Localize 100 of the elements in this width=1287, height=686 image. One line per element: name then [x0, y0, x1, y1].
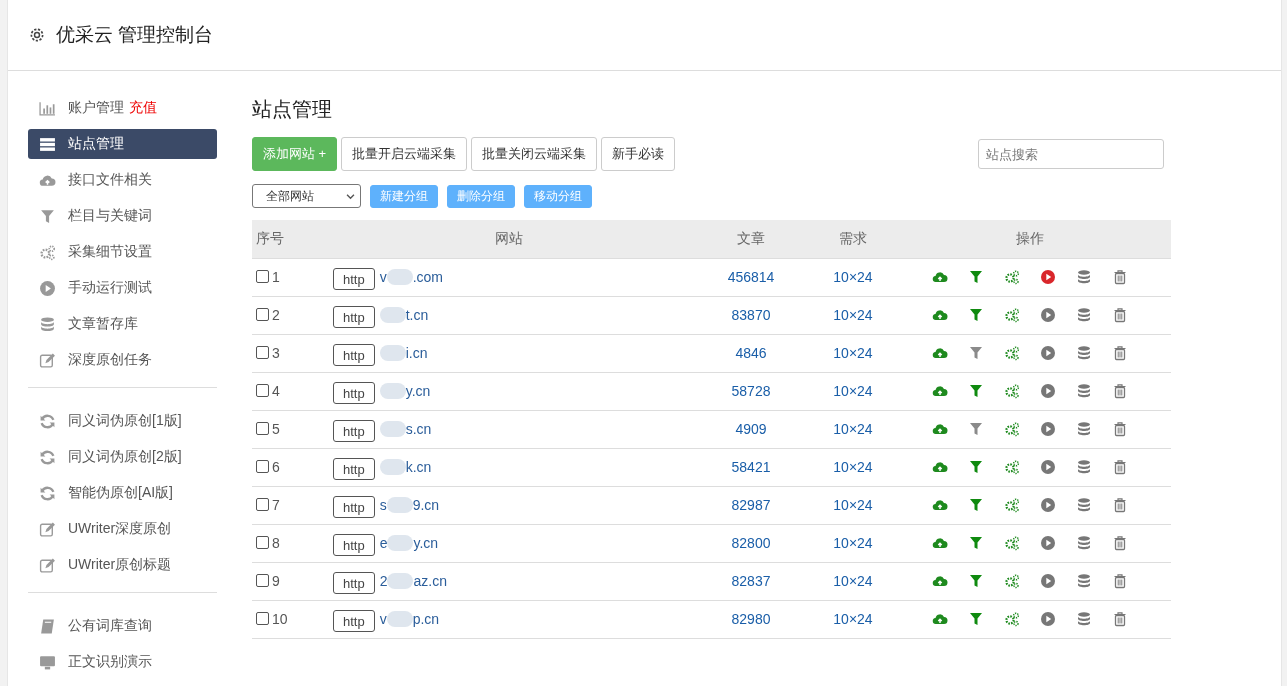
- trash-icon[interactable]: [1112, 307, 1128, 323]
- trash-icon[interactable]: [1112, 269, 1128, 285]
- trash-icon[interactable]: [1112, 383, 1128, 399]
- row-checkbox[interactable]: [256, 460, 269, 473]
- gears-icon[interactable]: [1004, 383, 1020, 399]
- cloud-upload-icon[interactable]: [932, 573, 948, 589]
- gears-icon[interactable]: [1004, 307, 1020, 323]
- row-checkbox[interactable]: [256, 384, 269, 397]
- site-name-end[interactable]: .com: [412, 269, 444, 285]
- cloud-upload-icon[interactable]: [932, 269, 948, 285]
- play-icon[interactable]: [1040, 459, 1056, 475]
- gears-icon[interactable]: [1004, 573, 1020, 589]
- sidebar-item[interactable]: 栏目与关键词: [28, 201, 217, 231]
- trash-icon[interactable]: [1112, 459, 1128, 475]
- site-name-end[interactable]: y.cn: [413, 535, 439, 551]
- database-icon[interactable]: [1076, 459, 1092, 475]
- sidebar-item[interactable]: UWriter深度原创: [28, 514, 217, 544]
- site-name-end[interactable]: t.cn: [405, 307, 429, 323]
- row-checkbox[interactable]: [256, 612, 269, 625]
- gears-icon[interactable]: [1004, 535, 1020, 551]
- gears-icon[interactable]: [1004, 421, 1020, 437]
- trash-icon[interactable]: [1112, 573, 1128, 589]
- cloud-upload-icon[interactable]: [932, 611, 948, 627]
- gears-icon[interactable]: [1004, 497, 1020, 513]
- site-name-end[interactable]: p.cn: [412, 611, 440, 627]
- play-icon[interactable]: [1040, 345, 1056, 361]
- toolbar-button[interactable]: 批量关闭云端采集: [471, 137, 598, 171]
- sidebar-item[interactable]: 手动运行测试: [28, 273, 217, 303]
- site-name-end[interactable]: i.cn: [405, 345, 428, 361]
- play-icon[interactable]: [1040, 497, 1056, 513]
- trash-icon[interactable]: [1112, 345, 1128, 361]
- trash-icon[interactable]: [1112, 611, 1128, 627]
- recharge-link[interactable]: 充值: [129, 99, 157, 117]
- site-name-end[interactable]: k.cn: [405, 459, 432, 475]
- database-icon[interactable]: [1076, 573, 1092, 589]
- play-icon[interactable]: [1040, 421, 1056, 437]
- toolbar-button[interactable]: 新手必读: [601, 137, 676, 171]
- play-icon[interactable]: [1040, 535, 1056, 551]
- row-checkbox[interactable]: [256, 536, 269, 549]
- trash-icon[interactable]: [1112, 497, 1128, 513]
- row-checkbox[interactable]: [256, 308, 269, 321]
- cloud-upload-icon[interactable]: [932, 307, 948, 323]
- filter-icon[interactable]: [968, 383, 984, 399]
- trash-icon[interactable]: [1112, 421, 1128, 437]
- site-name-end[interactable]: y.cn: [405, 383, 431, 399]
- play-icon[interactable]: [1040, 611, 1056, 627]
- sidebar-item[interactable]: 站点管理: [28, 129, 217, 159]
- play-icon[interactable]: [1040, 383, 1056, 399]
- cloud-upload-icon[interactable]: [932, 535, 948, 551]
- search-field[interactable]: 站点搜索: [978, 139, 1164, 169]
- play-icon[interactable]: [1040, 573, 1056, 589]
- sidebar-item[interactable]: 深度原创任务: [28, 345, 217, 375]
- cloud-upload-icon[interactable]: [932, 383, 948, 399]
- filter-icon[interactable]: [968, 611, 984, 627]
- sidebar-item[interactable]: 采集细节设置: [28, 237, 217, 267]
- sidebar-item[interactable]: 正文识别演示: [28, 647, 217, 677]
- row-checkbox[interactable]: [256, 498, 269, 511]
- filter-icon[interactable]: [968, 345, 984, 361]
- trash-icon[interactable]: [1112, 535, 1128, 551]
- row-checkbox[interactable]: [256, 346, 269, 359]
- cloud-upload-icon[interactable]: [932, 497, 948, 513]
- toolbar-button[interactable]: 批量开启云端采集: [341, 137, 468, 171]
- database-icon[interactable]: [1076, 535, 1092, 551]
- database-icon[interactable]: [1076, 345, 1092, 361]
- play-icon[interactable]: [1040, 307, 1056, 323]
- site-name-end[interactable]: s.cn: [405, 421, 432, 437]
- sidebar-item[interactable]: 智能伪原创[AI版]: [28, 478, 217, 508]
- filter-icon[interactable]: [968, 269, 984, 285]
- play-icon[interactable]: [1040, 269, 1056, 285]
- database-icon[interactable]: [1076, 611, 1092, 627]
- database-icon[interactable]: [1076, 421, 1092, 437]
- filter-icon[interactable]: [968, 421, 984, 437]
- sidebar-item[interactable]: 公有词库查询: [28, 611, 217, 641]
- gears-icon[interactable]: [1004, 459, 1020, 475]
- group-select[interactable]: 全部网站: [252, 184, 361, 208]
- sidebar-item[interactable]: 同义词伪原创[1版]: [28, 406, 217, 436]
- site-name-end[interactable]: 9.cn: [412, 497, 440, 513]
- cloud-upload-icon[interactable]: [932, 459, 948, 475]
- gears-icon[interactable]: [1004, 345, 1020, 361]
- database-icon[interactable]: [1076, 269, 1092, 285]
- database-icon[interactable]: [1076, 307, 1092, 323]
- filter-icon[interactable]: [968, 573, 984, 589]
- sidebar-item[interactable]: 同义词伪原创[2版]: [28, 442, 217, 472]
- database-icon[interactable]: [1076, 497, 1092, 513]
- sidebar-item[interactable]: 接口文件相关: [28, 165, 217, 195]
- cloud-upload-icon[interactable]: [932, 345, 948, 361]
- cloud-upload-icon[interactable]: [932, 421, 948, 437]
- filter-icon[interactable]: [968, 535, 984, 551]
- site-name-end[interactable]: az.cn: [413, 573, 447, 589]
- gears-icon[interactable]: [1004, 269, 1020, 285]
- filter-icon[interactable]: [968, 459, 984, 475]
- sidebar-item[interactable]: 文章暂存库: [28, 309, 217, 339]
- filter-icon[interactable]: [968, 497, 984, 513]
- row-checkbox[interactable]: [256, 574, 269, 587]
- row-checkbox[interactable]: [256, 270, 269, 283]
- database-icon[interactable]: [1076, 383, 1092, 399]
- row-checkbox[interactable]: [256, 422, 269, 435]
- sidebar-item[interactable]: 账户管理 充值: [28, 93, 217, 123]
- gears-icon[interactable]: [1004, 611, 1020, 627]
- sidebar-item[interactable]: UWriter原创标题: [28, 550, 217, 580]
